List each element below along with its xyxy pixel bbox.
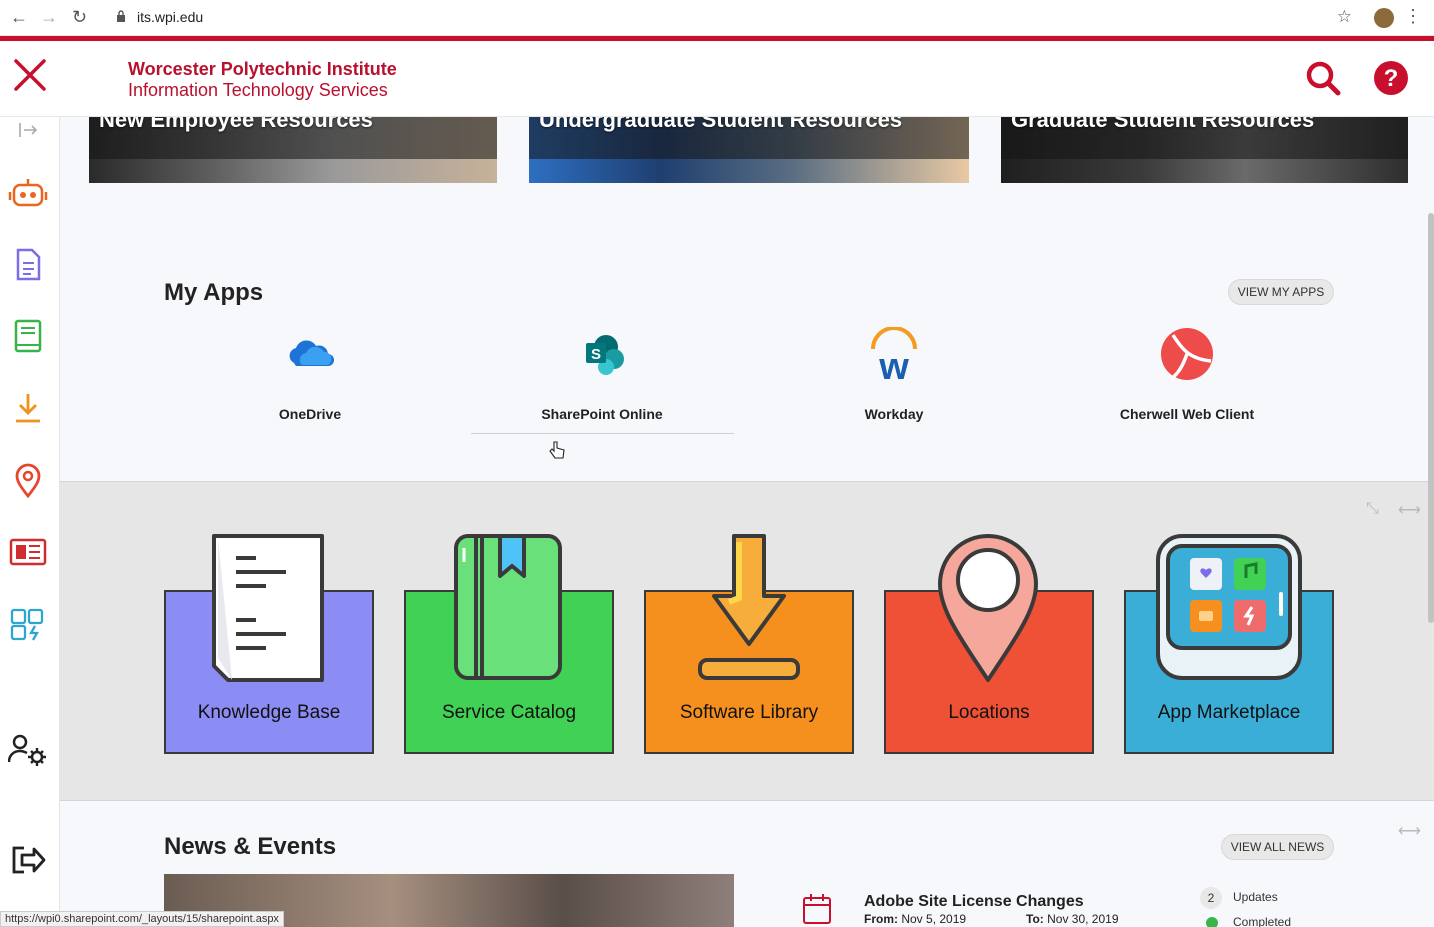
app-hover-underline <box>471 433 734 434</box>
app-label: Cherwell Web Client <box>1119 406 1255 422</box>
app-sharepoint[interactable]: S SharePoint Online <box>482 327 722 422</box>
sharepoint-icon: S <box>586 335 624 375</box>
app-label: SharePoint Online <box>541 406 663 422</box>
apps-icon[interactable] <box>8 604 48 644</box>
profile-avatar[interactable] <box>1374 8 1394 28</box>
location-pin-icon <box>938 534 1038 682</box>
reload-icon[interactable]: ↻ <box>72 7 87 28</box>
tile-label: Software Library <box>679 702 819 723</box>
svg-text:w: w <box>878 346 909 383</box>
sidebar <box>0 117 60 927</box>
back-arrow-icon[interactable]: ← <box>10 7 28 28</box>
document-icon <box>212 534 324 682</box>
updates-count-badge: 2 <box>1200 887 1222 909</box>
sign-out-icon[interactable] <box>8 840 48 880</box>
bookmark-star-icon[interactable]: ☆ <box>1337 7 1352 27</box>
news-icon[interactable] <box>8 532 48 572</box>
my-apps-heading: My Apps <box>164 279 264 306</box>
event-from-label: From: <box>864 912 898 926</box>
help-icon[interactable]: ? <box>1372 59 1410 97</box>
event-title[interactable]: Adobe Site License Changes <box>864 893 1084 911</box>
cherwell-icon <box>1161 328 1213 381</box>
lock-icon <box>117 10 125 22</box>
banner-caption: Undergraduate Student Resources <box>539 117 903 132</box>
app-workday[interactable]: w Workday <box>774 326 1014 422</box>
svg-text:S: S <box>591 346 601 363</box>
updates-label[interactable]: Updates <box>1233 890 1278 904</box>
browser-menu-icon[interactable]: ⋮ <box>1404 6 1422 27</box>
resize-horizontal-icon[interactable]: ⟷ <box>1398 821 1421 841</box>
onedrive-icon <box>289 340 334 366</box>
banner-new-employee[interactable]: New Employee Resources <box>89 117 497 183</box>
calendar-icon <box>803 894 831 924</box>
close-icon[interactable] <box>12 57 48 93</box>
hand-cursor-icon <box>549 441 565 459</box>
location-pin-icon[interactable] <box>8 460 48 500</box>
robot-icon[interactable] <box>8 173 48 213</box>
site-header: Worcester Polytechnic Institute Informat… <box>0 41 1434 117</box>
resize-horizontal-icon[interactable]: ⟷ <box>1398 500 1421 520</box>
collapse-arrow-icon[interactable] <box>14 117 42 145</box>
event-to-label: To: <box>1026 912 1044 926</box>
completed-status-icon <box>1206 917 1218 927</box>
apps-icon <box>1156 534 1302 680</box>
tile-label: Locations <box>948 702 1030 723</box>
tile-label: Knowledge Base <box>197 702 341 723</box>
book-icon[interactable] <box>8 316 48 356</box>
workday-icon: w <box>871 326 917 388</box>
document-icon[interactable] <box>8 244 48 284</box>
status-bar-link: https://wpi0.sharepoint.com/_layouts/15/… <box>0 911 284 927</box>
news-heading: News & Events <box>164 833 337 860</box>
forward-arrow-icon[interactable]: → <box>40 7 58 28</box>
tile-label: Service Catalog <box>441 702 577 723</box>
event-from-date: From: Nov 5, 2019 <box>864 912 966 926</box>
quick-links-band: ⤡ ⟷ Knowledge Base Service Catalog Softw… <box>60 481 1434 801</box>
app-label: Workday <box>864 406 924 422</box>
banner-caption: Graduate Student Resources <box>1011 117 1315 132</box>
download-icon <box>698 534 800 680</box>
user-settings-icon[interactable] <box>8 730 48 770</box>
event-from-value: Nov 5, 2019 <box>901 912 967 926</box>
app-cherwell[interactable]: Cherwell Web Client <box>1067 327 1307 422</box>
browser-toolbar: ← → ↻ its.wpi.edu ☆ ⋮ <box>0 0 1434 36</box>
banner-caption: New Employee Resources <box>99 117 373 132</box>
svg-text:?: ? <box>1384 65 1399 92</box>
event-to-date: To: Nov 30, 2019 <box>1026 912 1119 926</box>
institution-name[interactable]: Worcester Polytechnic Institute <box>128 59 397 80</box>
shrink-icon[interactable]: ⤡ <box>1366 500 1379 518</box>
view-all-news-button[interactable]: VIEW ALL NEWS <box>1221 834 1334 860</box>
app-onedrive[interactable]: OneDrive <box>190 327 430 422</box>
completed-label[interactable]: Completed <box>1233 915 1291 927</box>
address-bar[interactable]: its.wpi.edu <box>137 9 203 25</box>
view-my-apps-button[interactable]: VIEW MY APPS <box>1228 279 1334 305</box>
book-icon <box>454 534 562 680</box>
download-icon[interactable] <box>8 388 48 428</box>
event-to-value: Nov 30, 2019 <box>1047 912 1119 926</box>
page-scrollbar[interactable] <box>1428 213 1434 623</box>
search-icon[interactable] <box>1304 59 1342 97</box>
banner-graduate[interactable]: Graduate Student Resources <box>1001 117 1408 183</box>
department-name[interactable]: Information Technology Services <box>128 80 388 101</box>
banner-undergraduate[interactable]: Undergraduate Student Resources <box>529 117 969 183</box>
tile-label: App Marketplace <box>1157 702 1301 723</box>
main-content: New Employee Resources Undergraduate Stu… <box>60 117 1434 927</box>
app-label: OneDrive <box>278 406 342 422</box>
